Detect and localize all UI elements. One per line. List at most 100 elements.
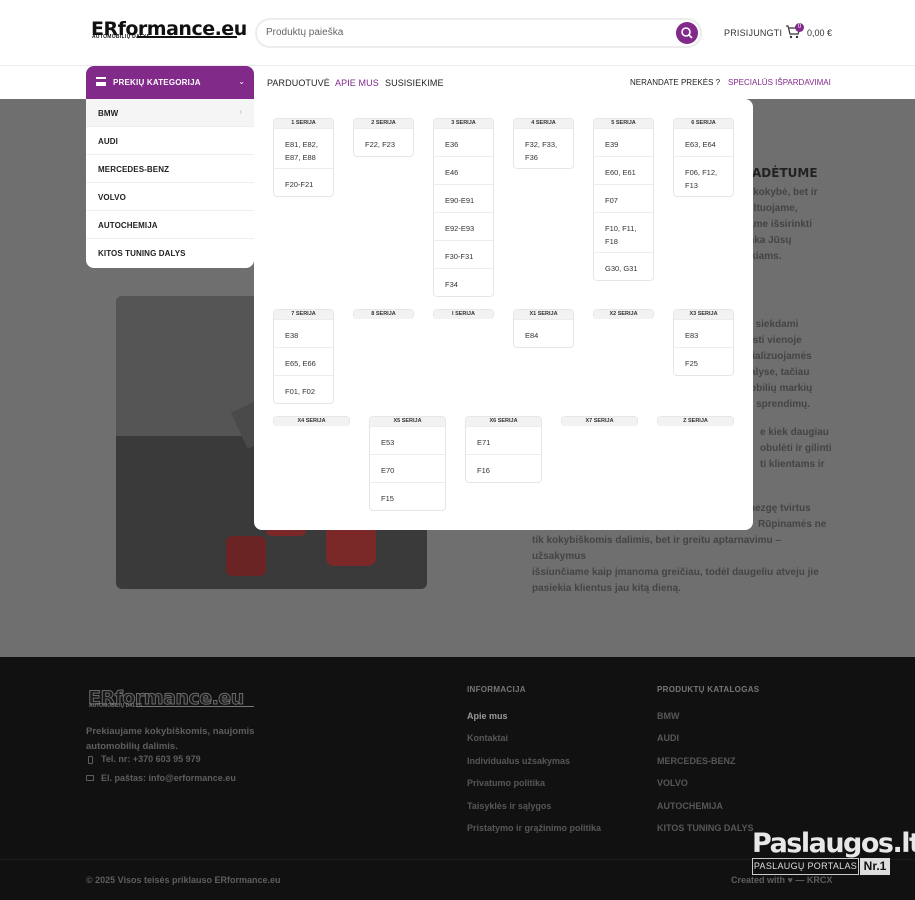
footer-phone[interactable]: Tel. nr: +370 603 95 979	[101, 754, 201, 764]
search-input[interactable]: Produktų paieška	[266, 27, 343, 38]
category-menu-button[interactable]: PREKIŲ KATEGORIJA ⌄	[86, 66, 254, 99]
series-title[interactable]: X4 SERIJA	[274, 417, 349, 426]
series-title[interactable]: 7 SERIJA	[274, 310, 333, 319]
footer-catalog-autochemija[interactable]: AUTOCHEMIJA	[657, 801, 723, 811]
series-item[interactable]: E81, E82, E87, E88	[274, 128, 333, 168]
footer-catalog-volvo[interactable]: VOLVO	[657, 778, 688, 788]
series-card: 7 SERIJA E38 E65, E66 F01, F02	[273, 309, 334, 404]
site-logo[interactable]: ERformance.eu AUTOMOBILIŲ DALYS	[91, 19, 247, 43]
nav-about[interactable]: APIE MUS	[335, 78, 379, 88]
footer-link-shipping[interactable]: Pristatymo ir grąžinimo politika	[467, 823, 601, 833]
search-bar[interactable]: Produktų paieška	[255, 18, 702, 48]
series-card: X4 SERIJA	[273, 416, 350, 426]
series-card: 4 SERIJA F32, F33, F36	[513, 118, 574, 169]
series-item[interactable]: F15	[370, 482, 445, 510]
series-title[interactable]: 3 SERIJA	[434, 119, 493, 128]
footer-link-contacts[interactable]: Kontaktai	[467, 733, 508, 743]
category-item-tuning[interactable]: KITOS TUNING DALYS	[86, 239, 254, 267]
series-item[interactable]: F22, F23	[354, 128, 413, 156]
series-item[interactable]: E84	[514, 319, 573, 347]
paragraph-1: ik kokybė, bet ir sultuojame, dame išsirin…	[742, 187, 818, 262]
footer-catalog-audi[interactable]: AUDI	[657, 733, 679, 743]
series-title[interactable]: X2 SERIJA	[594, 310, 653, 319]
series-card: 5 SERIJA E39 E60, E61 F07 F10, F11, F18 …	[593, 118, 654, 281]
series-item[interactable]: E65, E66	[274, 347, 333, 375]
chevron-down-icon: ⌄	[238, 77, 245, 86]
category-item-autochemija[interactable]: AUTOCHEMIJA	[86, 211, 254, 239]
series-title[interactable]: X5 SERIJA	[370, 417, 445, 426]
series-item[interactable]: F16	[466, 454, 541, 482]
series-item[interactable]: E39	[594, 128, 653, 156]
series-title[interactable]: 6 SERIJA	[674, 119, 733, 128]
series-item[interactable]: E92-E93	[434, 212, 493, 240]
cart-total[interactable]: 0,00 €	[807, 28, 832, 38]
nav-missing-product[interactable]: NERANDATE PREKĖS ?	[630, 78, 720, 87]
badge-number: Nr.1	[860, 858, 890, 875]
paslaugos-badge[interactable]: Paslaugos.lt PASLAUGŲ PORTALAS Nr.1	[752, 828, 915, 878]
series-title[interactable]: I SERIJA	[434, 310, 493, 319]
series-card: 3 SERIJA E36 E46 E90-E91 E92-E93 F30-F31…	[433, 118, 494, 297]
category-item-bmw[interactable]: BMW ›	[86, 99, 254, 127]
series-item[interactable]: F30-F31	[434, 240, 493, 268]
series-item[interactable]: G30, G31	[594, 252, 653, 280]
series-title[interactable]: 8 SERIJA	[354, 310, 413, 319]
series-item[interactable]: F32, F33, F36	[514, 128, 573, 168]
series-item[interactable]: E38	[274, 319, 333, 347]
series-card: X2 SERIJA	[593, 309, 654, 319]
footer-catalog-tuning[interactable]: KITOS TUNING DALYS	[657, 823, 754, 833]
search-button[interactable]	[676, 22, 698, 44]
series-title[interactable]: 4 SERIJA	[514, 119, 573, 128]
series-item[interactable]: F07	[594, 184, 653, 212]
paragraph-3: e kiek daugiau obulėti ir gilinti ti klien…	[760, 427, 832, 470]
series-title[interactable]: X3 SERIJA	[674, 310, 733, 319]
series-title[interactable]: X6 SERIJA	[466, 417, 541, 426]
footer-catalog-bmw[interactable]: BMW	[657, 711, 680, 721]
series-item[interactable]: F20-F21	[274, 168, 333, 196]
footer-link-about[interactable]: Apie mus	[467, 711, 508, 721]
series-item[interactable]: E36	[434, 128, 493, 156]
series-item[interactable]: E83	[674, 319, 733, 347]
category-item-mercedes[interactable]: MERCEDES-BENZ	[86, 155, 254, 183]
series-card: X3 SERIJA E83 F25	[673, 309, 734, 376]
chevron-right-icon: ›	[239, 109, 242, 116]
bmw-mega-menu: 1 SERIJA E81, E82, E87, E88 F20-F21 2 SE…	[254, 99, 753, 530]
nav-special-sales[interactable]: SPECIALŪS IŠPARDAVIMAI	[728, 78, 831, 87]
footer-link-custom-order[interactable]: Individualus užsakymas	[467, 756, 570, 766]
footer-catalog-mercedes[interactable]: MERCEDES-BENZ	[657, 756, 736, 766]
footer-logo-underline	[136, 706, 254, 707]
series-item[interactable]: F25	[674, 347, 733, 375]
footer-link-privacy[interactable]: Privatumo politika	[467, 778, 545, 788]
series-item[interactable]: E71	[466, 426, 541, 454]
mail-icon	[86, 775, 94, 781]
series-item[interactable]: E90-E91	[434, 184, 493, 212]
phone-icon	[88, 756, 93, 764]
series-item[interactable]: E63, E64	[674, 128, 733, 156]
series-item[interactable]: E70	[370, 454, 445, 482]
series-title[interactable]: 5 SERIJA	[594, 119, 653, 128]
series-card: 1 SERIJA E81, E82, E87, E88 F20-F21	[273, 118, 334, 197]
series-item[interactable]: F01, F02	[274, 375, 333, 403]
series-title[interactable]: Z SERIJA	[658, 417, 733, 426]
footer-logo[interactable]: ERformance.eu AUTOMOBILIŲ DALYS	[88, 688, 256, 712]
badge-subtitle: PASLAUGŲ PORTALAS	[752, 858, 859, 875]
series-item[interactable]: E60, E61	[594, 156, 653, 184]
series-item[interactable]: F34	[434, 268, 493, 296]
category-item-volvo[interactable]: VOLVO	[86, 183, 254, 211]
series-title[interactable]: X1 SERIJA	[514, 310, 573, 319]
series-item[interactable]: E53	[370, 426, 445, 454]
series-item[interactable]: E46	[434, 156, 493, 184]
login-link[interactable]: PRISIJUNGTI	[724, 28, 782, 38]
series-title[interactable]: 1 SERIJA	[274, 119, 333, 128]
series-card: X1 SERIJA E84	[513, 309, 574, 348]
series-title[interactable]: X7 SERIJA	[562, 417, 637, 426]
series-title[interactable]: 2 SERIJA	[354, 119, 413, 128]
nav-shop[interactable]: PARDUOTUVĖ	[267, 78, 330, 88]
series-item[interactable]: F10, F11, F18	[594, 212, 653, 252]
footer-email[interactable]: El. paštas: info@erformance.eu	[101, 773, 236, 783]
search-icon	[681, 27, 693, 39]
footer-link-terms[interactable]: Taisyklės ir sąlygos	[467, 801, 551, 811]
nav-contact[interactable]: SUSISIEKIME	[385, 78, 444, 88]
category-item-audi[interactable]: AUDI	[86, 127, 254, 155]
series-item[interactable]: F06, F12, F13	[674, 156, 733, 196]
series-card: X7 SERIJA	[561, 416, 638, 426]
